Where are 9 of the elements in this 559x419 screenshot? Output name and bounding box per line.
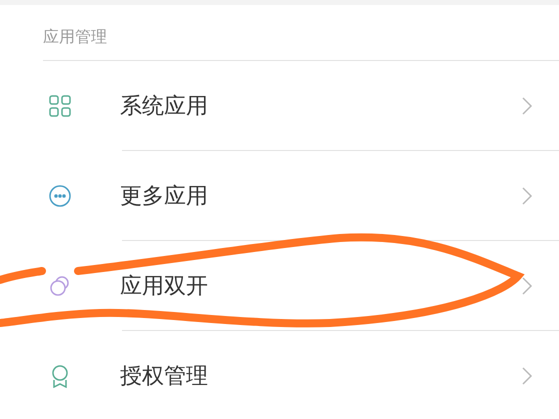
chevron-icon [521, 186, 533, 204]
chevron-icon [521, 276, 533, 294]
menu-item[interactable]: 应用双开 [120, 270, 521, 300]
chevron-icon [521, 96, 533, 114]
menu-item[interactable]: 更多应用 [120, 180, 521, 210]
section-title: 应用管理 [42, 26, 108, 48]
menu-item[interactable]: 系统应用 [120, 90, 521, 120]
chevron-icon [521, 366, 533, 384]
menu-item[interactable]: 授权管理 [120, 360, 521, 390]
